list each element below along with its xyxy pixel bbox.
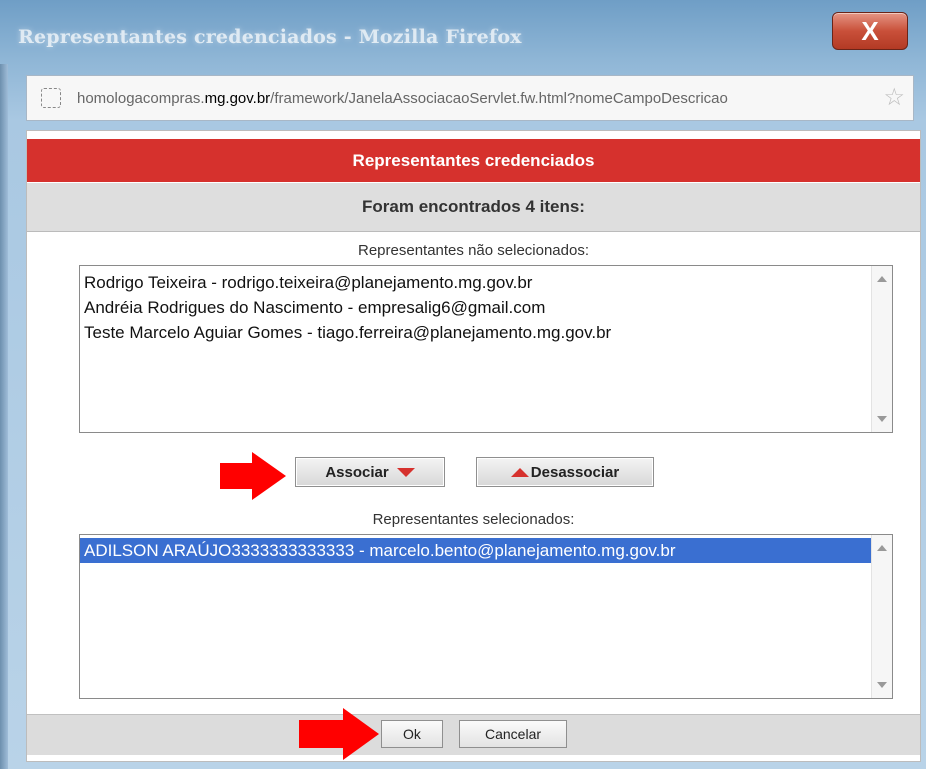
disassociate-button[interactable]: Desassociar <box>476 457 654 487</box>
unselected-list[interactable]: Rodrigo Teixeira - rodrigo.teixeira@plan… <box>79 265 893 433</box>
unselected-scrollbar[interactable] <box>871 266 892 432</box>
arrow-up-icon <box>510 467 529 477</box>
result-count: Foram encontrados 4 itens: <box>27 183 920 232</box>
scroll-down-icon[interactable] <box>877 416 887 422</box>
annotation-arrow-associate <box>220 452 286 500</box>
selected-items: ADILSON ARAÚJO3333333333333 - marcelo.be… <box>80 535 892 563</box>
scroll-up-icon[interactable] <box>877 276 887 282</box>
window-title: Representantes credenciados - Mozilla Fi… <box>18 26 522 48</box>
window-frame <box>0 64 8 769</box>
annotation-arrow-ok <box>299 708 379 760</box>
dialog-footer: Ok Cancelar <box>27 714 920 755</box>
cancel-button[interactable]: Cancelar <box>459 720 567 748</box>
url-text: homologacompras.mg.gov.br/framework/Jane… <box>77 89 728 107</box>
list-item[interactable]: Andréia Rodrigues do Nascimento - empres… <box>80 295 892 320</box>
selected-label: Representantes selecionados: <box>372 511 575 528</box>
list-item[interactable]: Teste Marcelo Aguiar Gomes - tiago.ferre… <box>80 320 892 345</box>
address-bar[interactable]: homologacompras.mg.gov.br/framework/Jane… <box>26 75 914 121</box>
unselected-items: Rodrigo Teixeira - rodrigo.teixeira@plan… <box>80 266 892 345</box>
cancel-label: Cancelar <box>484 726 542 742</box>
browser-window: Representantes credenciados - Mozilla Fi… <box>0 0 926 769</box>
selected-scrollbar[interactable] <box>871 535 892 698</box>
bookmark-star-icon[interactable]: ☆ <box>883 85 905 111</box>
associate-button[interactable]: Associar <box>295 457 445 487</box>
list-item[interactable]: ADILSON ARAÚJO3333333333333 - marcelo.be… <box>80 538 892 563</box>
unselected-label: Representantes não selecionados: <box>358 242 589 259</box>
ok-label: Ok <box>403 726 421 742</box>
close-icon: X <box>861 15 879 46</box>
scroll-up-icon[interactable] <box>877 545 887 551</box>
arrow-down-icon <box>396 467 415 477</box>
selected-list[interactable]: ADILSON ARAÚJO3333333333333 - marcelo.be… <box>79 534 893 699</box>
dialog-header: Representantes credenciados <box>27 139 920 182</box>
page-icon <box>41 88 61 108</box>
associate-label: Associar <box>325 463 389 481</box>
list-item[interactable]: Rodrigo Teixeira - rodrigo.teixeira@plan… <box>80 270 892 295</box>
ok-button[interactable]: Ok <box>381 720 443 748</box>
title-bar: Representantes credenciados - Mozilla Fi… <box>0 0 926 64</box>
scroll-down-icon[interactable] <box>877 682 887 688</box>
close-button[interactable]: X <box>832 12 908 50</box>
dialog-content: Representantes credenciados Foram encont… <box>26 130 921 762</box>
disassociate-label: Desassociar <box>530 463 620 481</box>
